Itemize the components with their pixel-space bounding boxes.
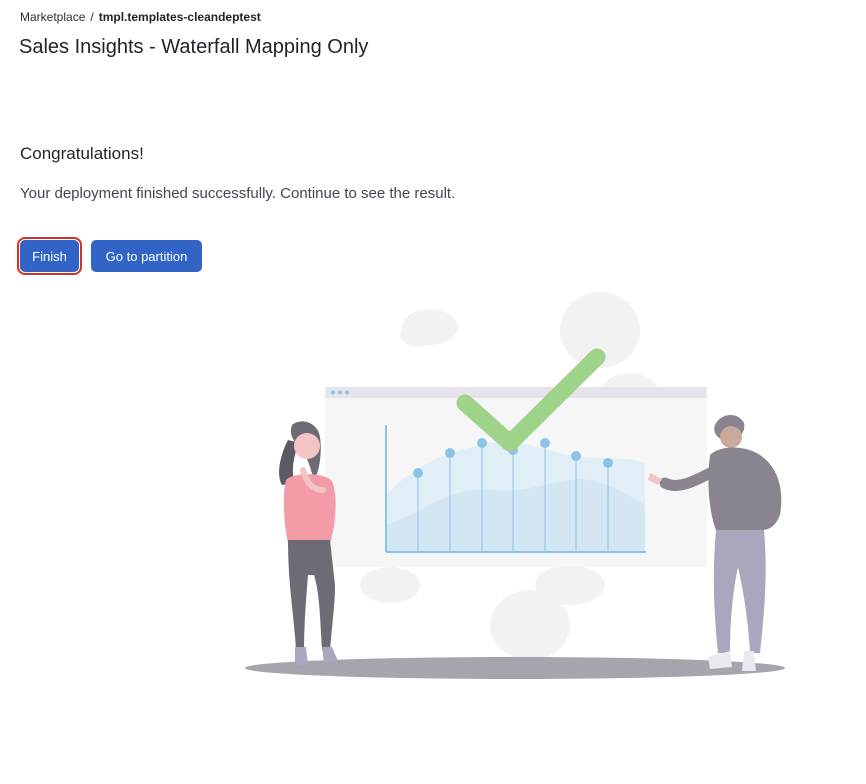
success-message: Your deployment finished successfully. C… xyxy=(20,185,456,202)
success-illustration-icon xyxy=(245,292,785,679)
deployment-success-page: Marketplace / tmpl.templates-cleandeptes… xyxy=(0,0,866,784)
breadcrumb-marketplace-link[interactable]: Marketplace xyxy=(20,10,85,24)
congratulations-heading: Congratulations! xyxy=(20,144,144,163)
go-to-partition-button[interactable]: Go to partition xyxy=(91,240,202,272)
finish-button[interactable]: Finish xyxy=(17,237,82,275)
breadcrumb-separator: / xyxy=(90,10,94,24)
breadcrumb: Marketplace / tmpl.templates-cleandeptes… xyxy=(20,10,261,24)
breadcrumb-current-template: tmpl.templates-cleandeptest xyxy=(98,10,261,24)
page-title: Sales Insights - Waterfall Mapping Only xyxy=(19,36,369,58)
